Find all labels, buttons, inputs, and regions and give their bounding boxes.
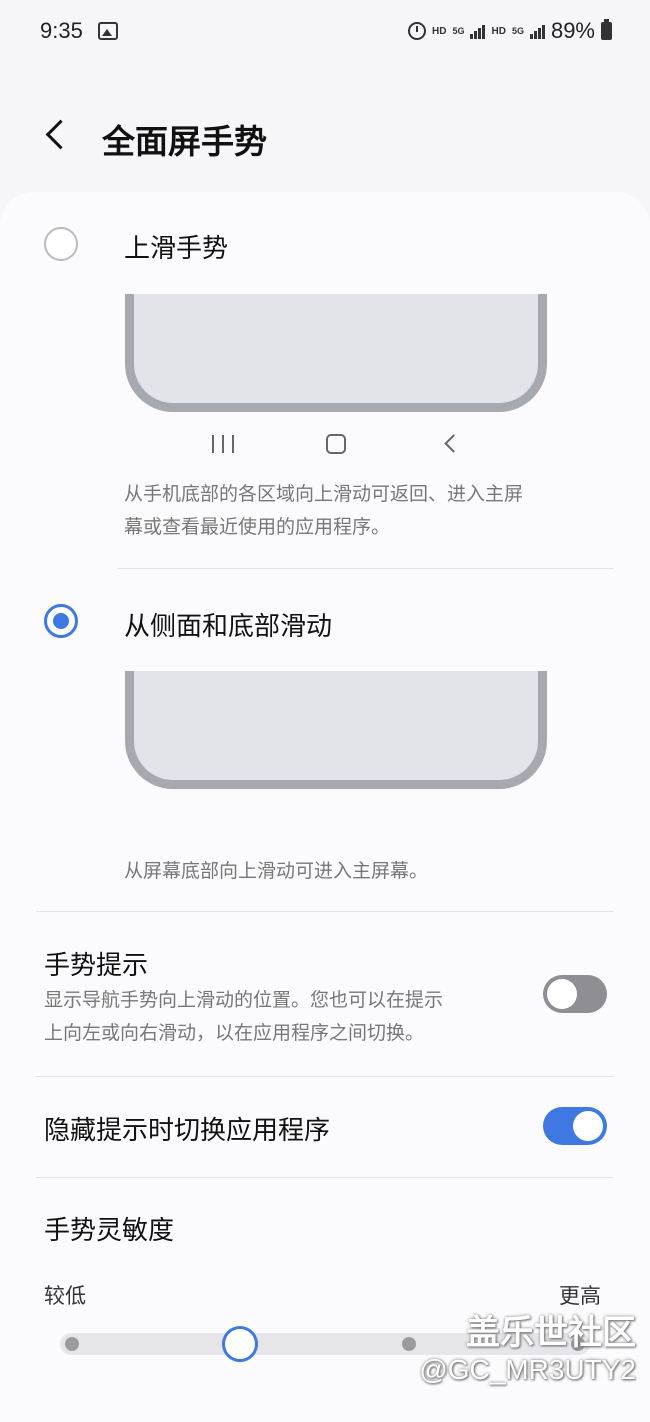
status-bar: 9:35 HD 5G HD 5G 89% (0, 0, 650, 66)
status-icons: HD 5G HD 5G 89% (408, 18, 612, 44)
gesture-hint-description-line2: 上向左或向右滑动，以在应用程序之间切换。 (44, 1022, 425, 1044)
watermark-handle: @GC_MR3UTY2 (419, 1354, 636, 1385)
back-button[interactable] (40, 118, 64, 152)
5g-label-2: 5G (511, 25, 524, 36)
page-title: 全面屏手势 (102, 122, 267, 161)
side-bottom-preview-image (125, 671, 547, 789)
gallery-notification-icon (98, 22, 118, 40)
5g-label-1: 5G (452, 25, 465, 36)
home-icon (326, 434, 346, 454)
alarm-icon (408, 22, 427, 40)
sensitivity-title: 手势灵敏度 (44, 1216, 175, 1246)
divider (36, 911, 614, 912)
gesture-hint-description-line1: 显示导航手势向上滑动的位置。您也可以在提示 (44, 989, 444, 1011)
signal-icon-2 (529, 23, 545, 39)
option-side-bottom-description: 从屏幕底部向上滑动可进入主屏幕。 (124, 860, 429, 882)
swipe-up-preview-image (125, 294, 547, 412)
option-swipe-up-description-line2: 幕或查看最近使用的应用程序。 (124, 516, 391, 538)
gesture-hint-title[interactable]: 手势提示 (44, 945, 148, 982)
slider-tick (65, 1337, 79, 1351)
watermark-community: 盖乐世社区 (466, 1313, 636, 1353)
hide-hint-switch-toggle[interactable] (543, 1107, 607, 1145)
hide-hint-switch-title[interactable]: 隐藏提示时切换应用程序 (44, 1110, 330, 1147)
hd-label-2: HD (491, 25, 506, 37)
option-side-bottom-label[interactable]: 从侧面和底部滑动 (124, 606, 332, 643)
battery-icon (601, 19, 612, 40)
gesture-hint-toggle[interactable] (543, 975, 607, 1013)
sensitivity-slider-thumb[interactable] (222, 1326, 258, 1362)
radio-swipe-up[interactable] (44, 227, 78, 261)
signal-icon-1 (470, 23, 486, 39)
divider (36, 1177, 614, 1178)
battery-percent: 89% (550, 18, 595, 43)
hd-label-1: HD (432, 25, 447, 37)
radio-side-bottom-swipe[interactable] (44, 604, 78, 638)
option-swipe-up-description-line1: 从手机底部的各区域向上滑动可返回、进入主屏 (124, 483, 524, 505)
recent-apps-icon (212, 435, 234, 453)
slider-tick (402, 1337, 416, 1351)
status-time: 9:35 (40, 18, 83, 43)
sensitivity-low-label: 较低 (44, 1284, 86, 1308)
divider (36, 1076, 614, 1077)
option-swipe-up-label[interactable]: 上滑手势 (124, 228, 228, 265)
divider (118, 568, 614, 569)
